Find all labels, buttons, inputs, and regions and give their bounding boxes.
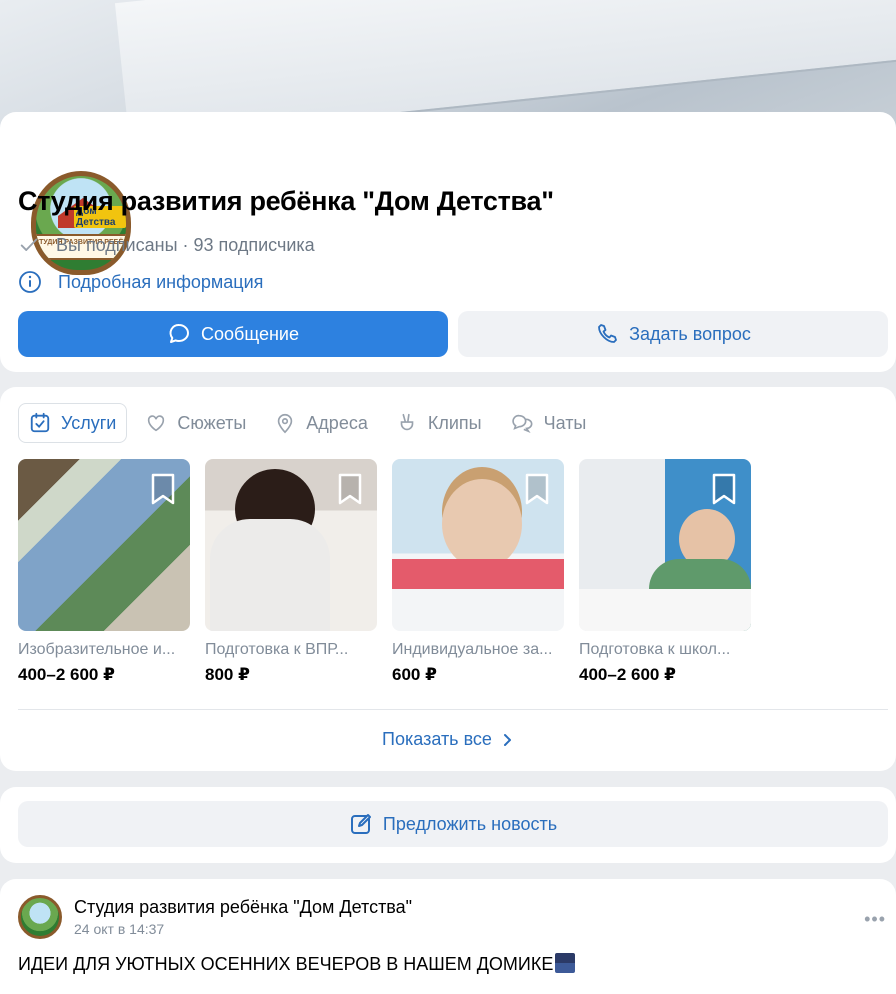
post-author[interactable]: Студия развития ребёнка "Дом Детства" [74, 897, 412, 918]
service-image [205, 459, 377, 631]
tab-label: Адреса [306, 412, 368, 433]
tab-stories[interactable]: Сюжеты [135, 403, 256, 443]
message-button[interactable]: Сообщение [18, 311, 448, 357]
details-link-label: Подробная информация [58, 271, 264, 292]
services-card: Услуги Сюжеты Адреса Клипы Чаты Изобрази… [0, 387, 896, 771]
service-image [392, 459, 564, 631]
stories-icon [148, 415, 165, 432]
services-list: Изобразительное и... 400–2 600 ₽ Подгото… [18, 459, 751, 685]
photo-clothing-shape [210, 519, 330, 631]
photo-person-shape [442, 479, 522, 569]
divider [18, 709, 888, 710]
photo-table-shape [579, 589, 751, 631]
service-price: 600 ₽ [392, 665, 437, 684]
post-text-content: ИДЕИ ДЛЯ УЮТНЫХ ОСЕННИХ ВЕЧЕРОВ В НАШЕМ … [18, 954, 554, 974]
bookmark-icon[interactable] [711, 473, 737, 505]
calendar-check-icon [30, 412, 50, 433]
tab-label: Клипы [427, 412, 482, 433]
tab-chats[interactable]: Чаты [500, 403, 597, 443]
service-name: Подготовка к ВПР... [205, 641, 349, 658]
service-item[interactable]: Изобразительное и... 400–2 600 ₽ [18, 459, 190, 685]
tab-services[interactable]: Услуги [18, 403, 128, 443]
checkmark-icon [20, 238, 38, 251]
suggest-news-label: Предложить новость [382, 813, 558, 834]
subscription-status[interactable]: Вы подписаны · 93 подписчика [18, 234, 315, 256]
subscription-text: Вы подписаны · 93 подписчика [56, 234, 315, 255]
service-name: Подготовка к школ... [579, 641, 731, 658]
tab-label: Чаты [543, 412, 587, 433]
suggest-news-card: Предложить новость [0, 787, 896, 863]
ask-question-label: Задать вопрос [629, 323, 751, 344]
tab-label: Услуги [61, 412, 117, 433]
chats-icon [511, 414, 533, 434]
ask-question-button[interactable]: Задать вопрос [458, 311, 888, 357]
service-image [18, 459, 190, 631]
location-pin-icon [278, 413, 293, 434]
more-options-icon[interactable]: ••• [864, 909, 886, 930]
community-header-card: Дом Детства СТУДИЯ РАЗВИТИЯ РЕБЁНКА Студ… [0, 112, 896, 372]
bookmark-icon[interactable] [524, 473, 550, 505]
details-link[interactable]: Подробная информация [18, 270, 263, 294]
night-city-emoji-icon [555, 953, 576, 973]
service-price: 400–2 600 ₽ [18, 665, 115, 684]
tab-addresses[interactable]: Адреса [264, 403, 378, 443]
tab-clips[interactable]: Клипы [386, 403, 492, 443]
community-avatar[interactable]: Дом Детства СТУДИЯ РАЗВИТИЯ РЕБЁНКА [18, 160, 144, 286]
message-button-label: Сообщение [201, 323, 299, 344]
community-title: Студия развития ребёнка "Дом Детства" [18, 186, 554, 216]
phone-icon [598, 324, 618, 343]
bookmark-icon[interactable] [337, 473, 363, 505]
section-tabs: Услуги Сюжеты Адреса Клипы Чаты [18, 403, 596, 443]
wall-post: Студия развития ребёнка "Дом Детства" 24… [0, 879, 896, 994]
service-item[interactable]: Индивидуальное за... 600 ₽ [392, 459, 564, 685]
tab-label: Сюжеты [177, 412, 247, 433]
chevron-right-icon [503, 733, 511, 746]
service-item[interactable]: Подготовка к ВПР... 800 ₽ [205, 459, 377, 685]
show-all-label: Показать все [382, 729, 492, 749]
message-bubble-icon [169, 324, 190, 343]
bookmark-icon[interactable] [150, 473, 176, 505]
service-name: Индивидуальное за... [392, 641, 553, 658]
service-image [579, 459, 751, 631]
edit-icon [350, 814, 371, 834]
post-date[interactable]: 24 окт в 14:37 [74, 921, 164, 937]
clips-icon [400, 413, 414, 431]
service-price: 400–2 600 ₽ [579, 665, 676, 684]
service-item[interactable]: Подготовка к школ... 400–2 600 ₽ [579, 459, 751, 685]
show-all-button[interactable]: Показать все [0, 729, 896, 750]
info-icon [19, 271, 41, 293]
photo-clothing-shape [392, 559, 564, 589]
suggest-news-button[interactable]: Предложить новость [18, 801, 888, 847]
post-text: ИДЕИ ДЛЯ УЮТНЫХ ОСЕННИХ ВЕЧЕРОВ В НАШЕМ … [18, 953, 576, 975]
service-name: Изобразительное и... [18, 641, 176, 658]
service-price: 800 ₽ [205, 665, 250, 684]
post-author-avatar[interactable] [18, 895, 62, 939]
